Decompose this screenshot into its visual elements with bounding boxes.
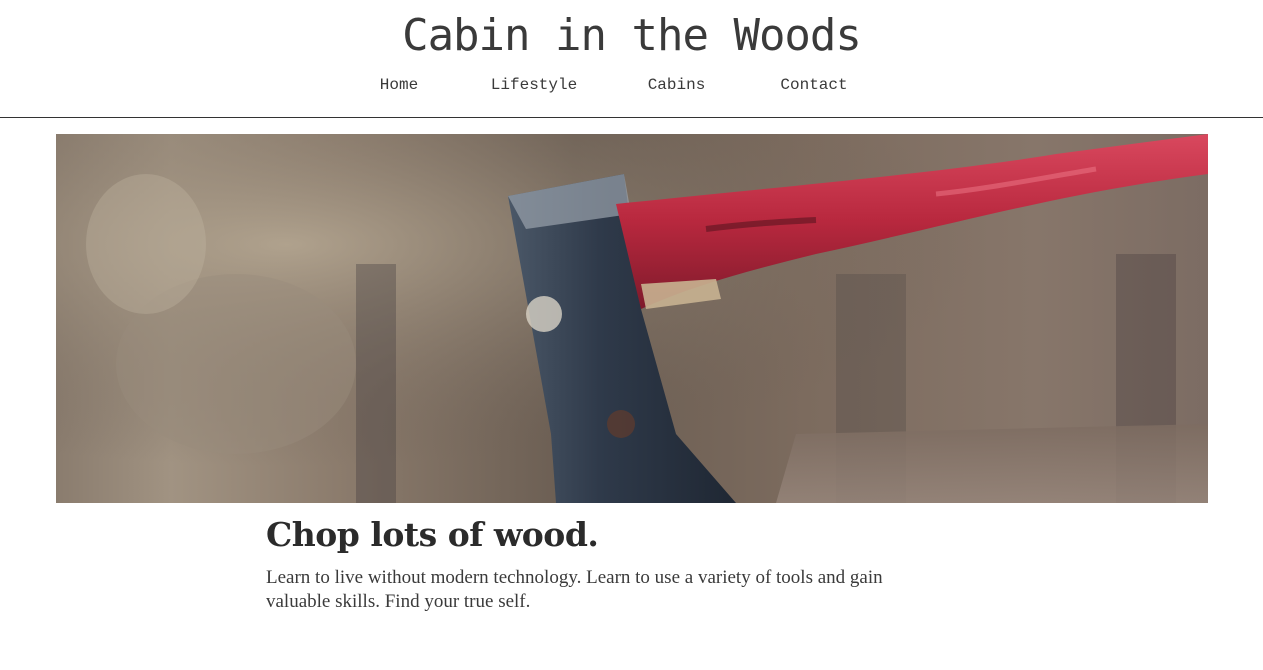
hero-image <box>56 134 1208 503</box>
feature-headline: Chop lots of wood. <box>266 515 599 554</box>
nav-home-link[interactable]: Home <box>334 76 464 94</box>
axe-photo-illustration <box>56 134 1208 503</box>
nav-contact-link[interactable]: Contact <box>749 76 879 94</box>
nav-lifestyle-link[interactable]: Lifestyle <box>464 76 604 94</box>
feature-section: Chop lots of wood. Learn to live without… <box>266 515 966 614</box>
site-title[interactable]: Cabin in the Woods <box>0 10 1263 61</box>
feature-body-text: Learn to live without modern technology.… <box>266 567 883 612</box>
main-nav: Home Lifestyle Cabins Contact <box>0 76 1263 94</box>
nav-cabins-link[interactable]: Cabins <box>604 76 749 94</box>
site-header: Cabin in the Woods Home Lifestyle Cabins… <box>0 0 1263 118</box>
